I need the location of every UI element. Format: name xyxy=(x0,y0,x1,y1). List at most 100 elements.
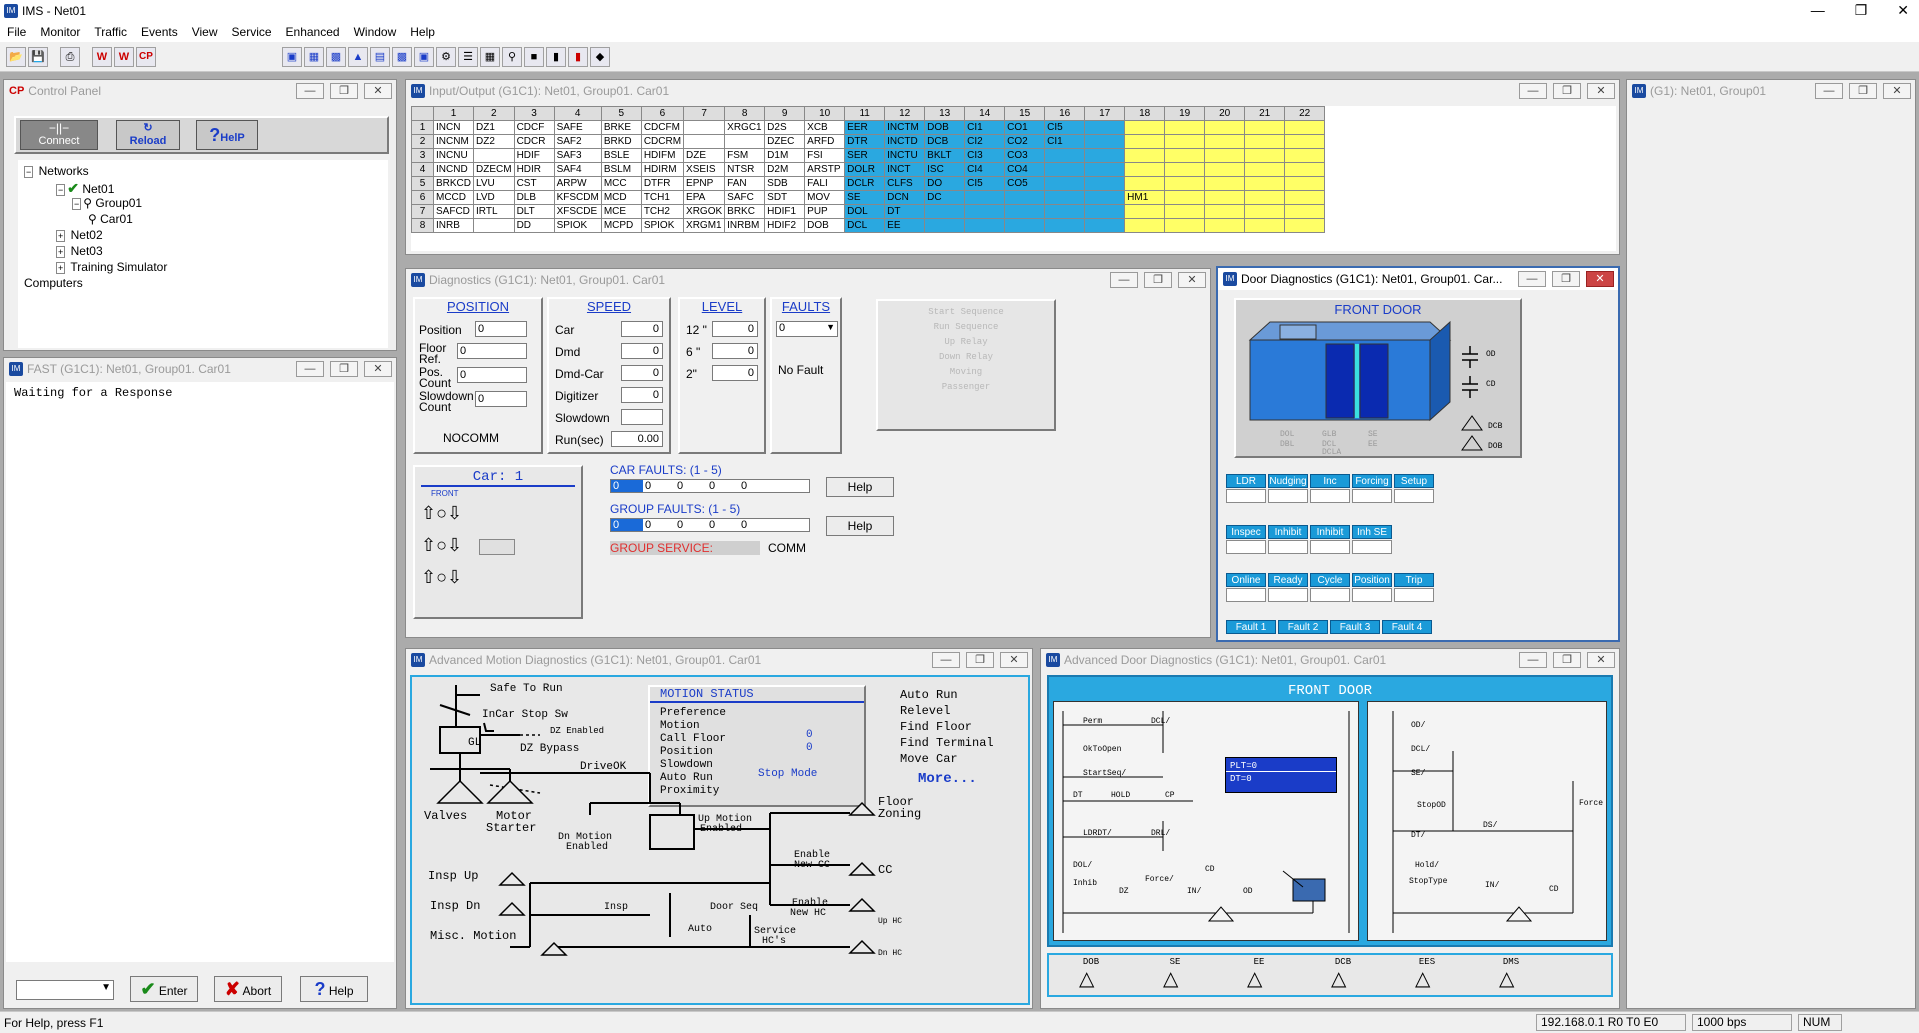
car-faults-help-button[interactable]: Help xyxy=(826,477,894,497)
close-icon[interactable]: ✕ xyxy=(1883,83,1911,99)
up-arrow-icon[interactable]: ⇧ xyxy=(421,567,436,587)
menu-item[interactable]: Monitor xyxy=(33,25,87,39)
fault-entry[interactable]: 0 xyxy=(707,480,739,492)
restore-icon[interactable]: ❐ xyxy=(1144,272,1172,288)
ws-icon[interactable]: W xyxy=(114,47,134,67)
tree-node[interactable]: Computers xyxy=(24,276,83,290)
fast-help-button[interactable]: ? Help xyxy=(300,976,368,1002)
restore-icon[interactable]: ❐ xyxy=(1552,271,1580,287)
fault-entry[interactable]: 0 xyxy=(611,480,643,492)
menu-item[interactable]: Events xyxy=(134,25,185,39)
tree-node[interactable]: + Training Simulator xyxy=(56,260,167,274)
car-icon[interactable]: ◆ xyxy=(590,47,610,67)
menu-item[interactable]: Window xyxy=(347,25,404,39)
down-arrow-icon[interactable]: ⇩ xyxy=(447,567,462,587)
restore-icon[interactable]: ❐ xyxy=(1553,652,1581,668)
fault-entry[interactable]: 0 xyxy=(611,519,643,531)
circle-icon[interactable]: ○ xyxy=(436,567,447,587)
menu-item[interactable]: Traffic xyxy=(87,25,134,39)
restore-icon[interactable]: ❐ xyxy=(330,83,358,99)
menu-item[interactable]: Enhanced xyxy=(279,25,347,39)
circle-icon[interactable]: ○ xyxy=(436,503,447,523)
menu-item[interactable]: File xyxy=(0,25,33,39)
tree-expander-icon[interactable]: − xyxy=(56,184,66,196)
fault-entry[interactable]: 0 xyxy=(675,519,707,531)
close-icon[interactable]: ✕ xyxy=(1897,2,1909,19)
restore-icon[interactable]: ❐ xyxy=(1855,2,1868,19)
minimize-icon[interactable]: — xyxy=(1811,2,1825,19)
close-icon[interactable]: ✕ xyxy=(1587,83,1615,99)
close-icon[interactable]: ✕ xyxy=(1000,652,1028,668)
tree-node[interactable]: + Net02 xyxy=(56,228,103,242)
search-icon[interactable]: ⚲ xyxy=(502,47,522,67)
help-button[interactable]: ?HelP xyxy=(196,120,258,150)
close-icon[interactable]: ✕ xyxy=(1587,652,1615,668)
screen-icon[interactable]: ▩ xyxy=(392,47,412,67)
down-arrow-icon[interactable]: ⇩ xyxy=(447,503,462,523)
connect-button[interactable]: −||− Connect xyxy=(20,120,98,150)
triangle-icon[interactable]: ▲ xyxy=(348,47,368,67)
minimize-icon[interactable]: — xyxy=(932,652,960,668)
minimize-icon[interactable]: — xyxy=(1519,83,1547,99)
minimize-icon[interactable]: — xyxy=(296,361,324,377)
close-icon[interactable]: ✕ xyxy=(1178,272,1206,288)
map-icon[interactable]: ▮ xyxy=(568,47,588,67)
minimize-icon[interactable]: — xyxy=(296,83,324,99)
fault-entry[interactable]: 0 xyxy=(707,519,739,531)
book-icon[interactable]: ▮ xyxy=(546,47,566,67)
menu-item[interactable]: Help xyxy=(403,25,442,39)
tree-expander-icon[interactable]: − xyxy=(24,166,34,178)
tree-node[interactable]: − ⚲ Group01 xyxy=(72,196,142,210)
fault-entry[interactable]: 0 xyxy=(675,480,707,492)
circle-icon[interactable]: ○ xyxy=(436,535,447,555)
faults-select[interactable]: 0 ▼ xyxy=(776,321,838,337)
reload-button[interactable]: ↻ Reload xyxy=(116,120,180,150)
restore-icon[interactable]: ❐ xyxy=(1553,83,1581,99)
up-arrow-icon[interactable]: ⇧ xyxy=(421,503,436,523)
minimize-icon[interactable]: — xyxy=(1519,652,1547,668)
tree-expander-icon[interactable]: + xyxy=(56,246,66,258)
restore-icon[interactable]: ❐ xyxy=(330,361,358,377)
save-icon[interactable]: 💾 xyxy=(28,47,48,67)
chart-icon[interactable]: ▣ xyxy=(414,47,434,67)
up-arrow-icon[interactable]: ⇧ xyxy=(421,535,436,555)
open-icon[interactable]: 📂 xyxy=(6,47,26,67)
tree-expander-icon[interactable]: − xyxy=(72,198,82,210)
print-icon[interactable]: ⎙ xyxy=(60,47,80,67)
tree-expander-icon[interactable]: + xyxy=(56,262,66,274)
tree-node[interactable]: ⚲ Car01 xyxy=(88,212,133,226)
restore-icon[interactable]: ❐ xyxy=(1849,83,1877,99)
table-icon[interactable]: ▩ xyxy=(326,47,346,67)
list-icon[interactable]: ☰ xyxy=(458,47,478,67)
close-icon[interactable]: ✕ xyxy=(1586,271,1614,287)
restore-icon[interactable]: ❐ xyxy=(966,652,994,668)
close-icon[interactable]: ✕ xyxy=(364,361,392,377)
fast-command-select[interactable]: ▼ xyxy=(16,980,114,1000)
tree-node[interactable]: + Net03 xyxy=(56,244,103,258)
lock-icon[interactable]: ■ xyxy=(524,47,544,67)
doc-icon[interactable]: ▤ xyxy=(370,47,390,67)
keypad-icon[interactable]: ▦ xyxy=(480,47,500,67)
minimize-icon[interactable]: — xyxy=(1518,271,1546,287)
tree-node[interactable]: − Networks xyxy=(24,164,89,178)
cp-icon[interactable]: CP xyxy=(136,47,156,67)
fault-entry[interactable]: 0 xyxy=(643,480,675,492)
abort-button[interactable]: ✘ Abort xyxy=(214,976,282,1002)
tree-expander-icon[interactable]: + xyxy=(56,230,66,242)
menu-item[interactable]: Service xyxy=(225,25,279,39)
fault-entry[interactable]: 0 xyxy=(643,519,675,531)
group-faults-help-button[interactable]: Help xyxy=(826,516,894,536)
window1-icon[interactable]: ▣ xyxy=(282,47,302,67)
enter-button[interactable]: ✔ Enter xyxy=(130,976,198,1002)
down-arrow-icon[interactable]: ⇩ xyxy=(447,535,462,555)
minimize-icon[interactable]: — xyxy=(1815,83,1843,99)
settings-icon[interactable]: ⚙ xyxy=(436,47,456,67)
minimize-icon[interactable]: — xyxy=(1110,272,1138,288)
wk-icon[interactable]: W xyxy=(92,47,112,67)
menu-item[interactable]: View xyxy=(185,25,225,39)
grid-icon[interactable]: ▦ xyxy=(304,47,324,67)
close-icon[interactable]: ✕ xyxy=(364,83,392,99)
fault-entry[interactable]: 0 xyxy=(739,519,771,531)
fault-entry[interactable]: 0 xyxy=(739,480,771,492)
tree-node[interactable]: − ✔ Net01 xyxy=(56,180,114,197)
